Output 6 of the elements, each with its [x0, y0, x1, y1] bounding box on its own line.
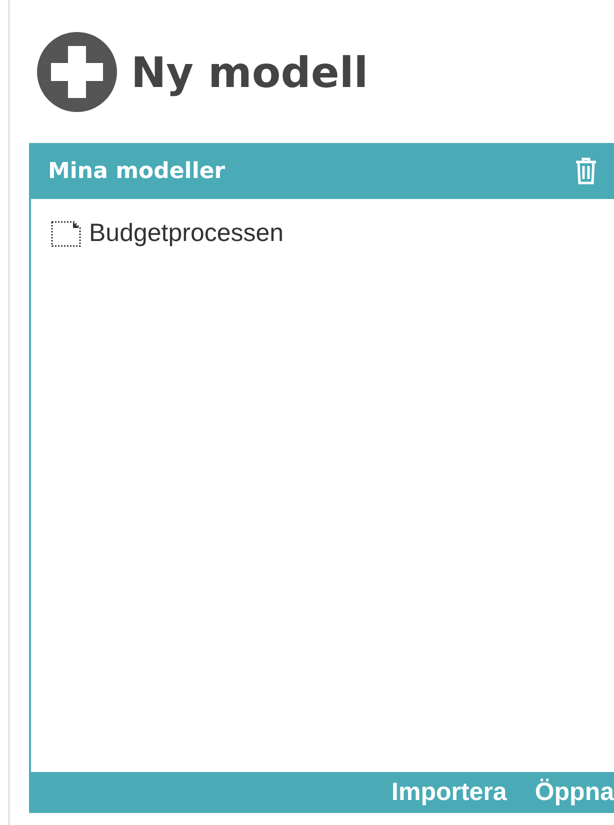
trash-icon[interactable]	[575, 157, 597, 185]
new-model-button[interactable]: Ny modell	[131, 48, 368, 96]
document-icon	[51, 220, 81, 246]
plus-icon[interactable]	[37, 32, 117, 112]
panel-title: Mina modeller	[48, 158, 226, 184]
model-list-item[interactable]: Budgetprocessen	[89, 219, 284, 248]
